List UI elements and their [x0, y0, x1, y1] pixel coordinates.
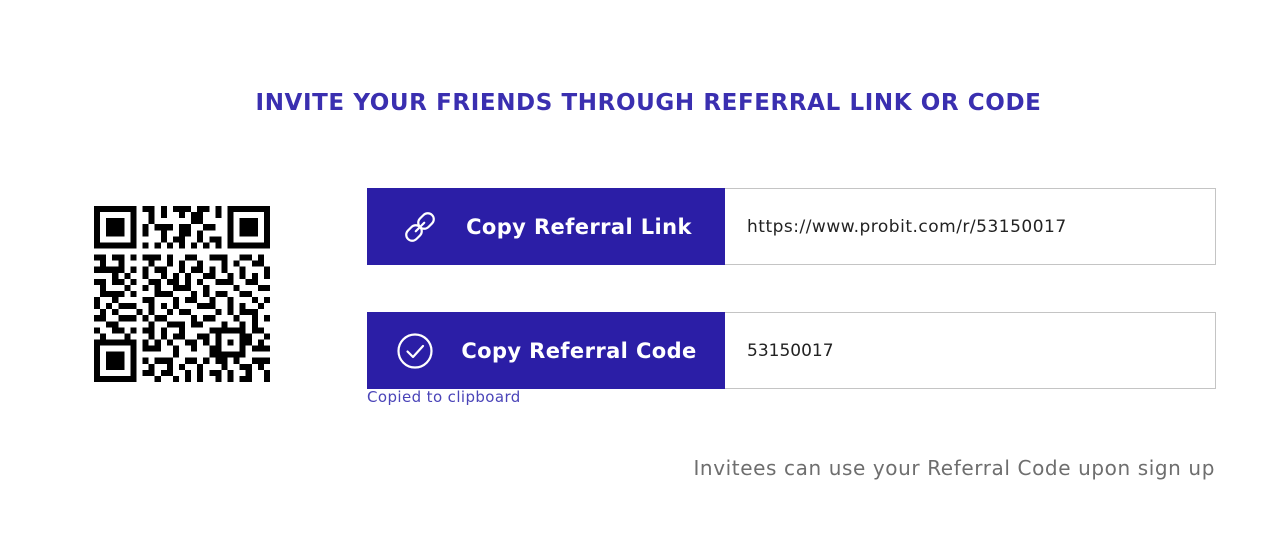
copy-referral-code-button[interactable]: Copy Referral Code [367, 312, 725, 389]
copied-status-message: Copied to clipboard [367, 388, 521, 406]
referral-link-field[interactable]: https://www.probit.com/r/53150017 [725, 188, 1216, 265]
invitee-hint-text: Invitees can use your Referral Code upon… [693, 456, 1215, 480]
page-title: INVITE YOUR FRIENDS THROUGH REFERRAL LIN… [255, 90, 1042, 116]
copy-referral-link-button[interactable]: Copy Referral Link [367, 188, 725, 265]
copy-referral-link-label: Copy Referral Link [466, 214, 692, 239]
referral-code-row: Copy Referral Code 53150017 [367, 312, 1216, 389]
check-circle-icon [395, 331, 435, 371]
qr-code-icon [94, 206, 270, 382]
copy-referral-code-label: Copy Referral Code [461, 338, 697, 363]
referral-code-field[interactable]: 53150017 [725, 312, 1216, 389]
link-icon [400, 207, 440, 247]
referral-link-row: Copy Referral Link https://www.probit.co… [367, 188, 1216, 265]
referral-qr-code [94, 206, 270, 382]
